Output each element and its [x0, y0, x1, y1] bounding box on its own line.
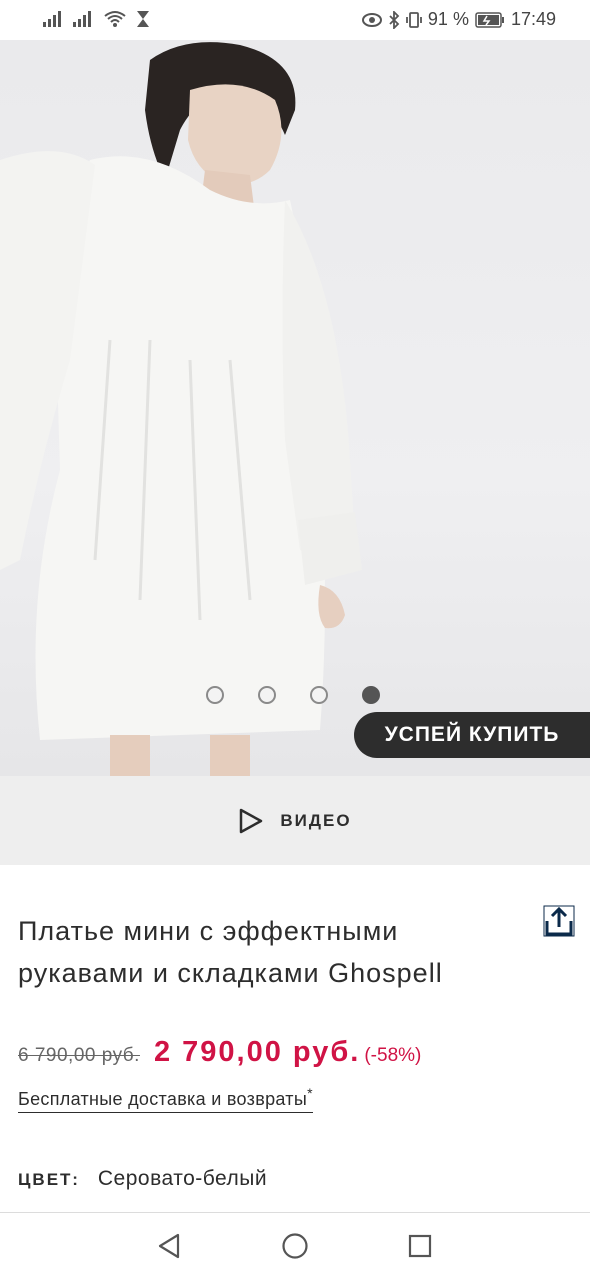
color-value: Серовато-белый	[97, 1167, 268, 1190]
hourglass-icon	[137, 11, 149, 27]
wifi-icon	[104, 11, 126, 27]
color-label: ЦВЕТ:	[18, 1170, 80, 1189]
discount-badge: (-58%)	[364, 1045, 422, 1066]
carousel-dot[interactable]	[258, 686, 276, 704]
carousel-dot-active[interactable]	[362, 686, 380, 704]
nav-back-button[interactable]	[154, 1231, 184, 1261]
status-left-icons	[42, 10, 150, 28]
play-icon	[240, 808, 263, 833]
home-circle-icon	[282, 1233, 308, 1259]
signal-icon	[43, 11, 61, 27]
product-title: Платье мини с эффектными рукавами и скла…	[18, 916, 443, 988]
color-row: ЦВЕТ: Серовато-белый	[18, 1167, 267, 1191]
price-row: 6 790,00 руб. 2 790,00 руб. (-58%)	[18, 1036, 421, 1069]
share-button[interactable]	[541, 903, 577, 939]
promo-badge: УСПЕЙ КУПИТЬ	[354, 712, 590, 758]
share-icon	[543, 905, 575, 937]
bluetooth-icon	[389, 10, 400, 29]
nav-recents-button[interactable]	[405, 1231, 435, 1261]
video-button[interactable]: ВИДЕО	[0, 776, 590, 865]
battery-icon	[475, 11, 504, 28]
free-delivery-asterisk: *	[307, 1085, 313, 1101]
status-bar: 91 % 17:49	[0, 0, 590, 40]
product-photo	[0, 42, 362, 776]
signal-icon-2	[73, 11, 91, 27]
video-label: ВИДЕО	[280, 810, 352, 830]
recents-square-icon	[408, 1234, 432, 1258]
free-delivery-text: Бесплатные доставка и возвраты	[18, 1089, 308, 1109]
battery-percent: 91 %	[427, 9, 469, 29]
nav-home-button[interactable]	[280, 1231, 310, 1261]
eye-icon	[361, 12, 382, 27]
carousel-dot[interactable]	[310, 686, 328, 704]
product-image-carousel[interactable]: УСПЕЙ КУПИТЬ	[0, 40, 590, 776]
status-right-icons: 91 % 17:49	[361, 9, 556, 30]
free-delivery-link[interactable]: Бесплатные доставка и возвраты*	[18, 1085, 313, 1113]
sale-price: 2 790,00 руб.	[153, 1036, 361, 1068]
vibrate-icon	[406, 11, 422, 28]
clock: 17:49	[510, 9, 556, 29]
back-triangle-icon	[158, 1233, 180, 1259]
carousel-dot[interactable]	[206, 686, 224, 704]
old-price: 6 790,00 руб.	[18, 1045, 140, 1066]
system-nav-bar	[0, 1213, 590, 1280]
carousel-dots	[206, 686, 380, 704]
